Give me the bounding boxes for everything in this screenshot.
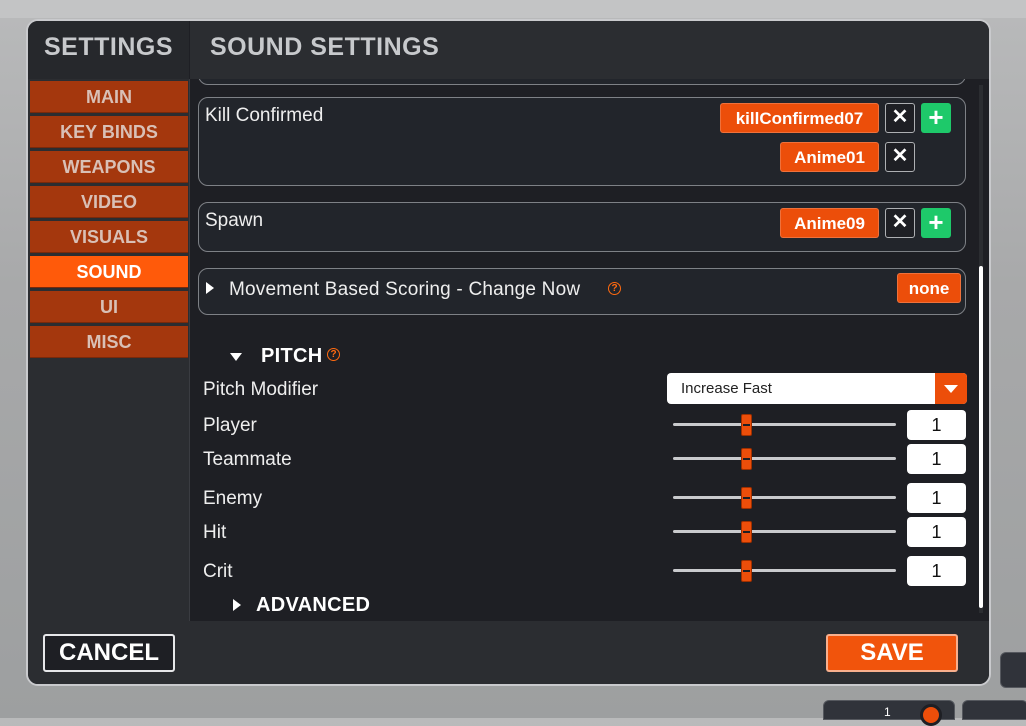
pitch-modifier-select[interactable]: Increase Fast — [667, 373, 967, 404]
pitch-row-label: Hit — [203, 522, 227, 543]
remove-anime01-button[interactable]: ✕ — [885, 142, 915, 172]
triangle-right-icon — [206, 282, 214, 294]
add-kill-confirmed-sound-button[interactable]: + — [921, 103, 951, 133]
tab-main[interactable]: MAIN — [30, 81, 188, 113]
pitch-slider-track[interactable] — [673, 496, 896, 499]
spawn-card: Spawn Anime09 ✕ + — [198, 202, 966, 252]
remove-kill-confirmed-07-button[interactable]: ✕ — [885, 103, 915, 133]
pitch-slider-track[interactable] — [673, 530, 896, 533]
sound-tag-anime09[interactable]: Anime09 — [780, 208, 879, 238]
gear-icon — [920, 704, 942, 726]
movement-scoring-value[interactable]: none — [897, 273, 961, 303]
pitch-modifier-label: Pitch Modifier — [203, 379, 319, 400]
sound-tag-kill-confirmed-07[interactable]: killConfirmed07 — [720, 103, 879, 133]
pitch-slider-thumb[interactable] — [741, 448, 753, 470]
pitch-row-label: Enemy — [203, 488, 263, 509]
pitch-slider-track[interactable] — [673, 423, 896, 426]
settings-header: SETTINGS — [28, 21, 189, 79]
previous-sound-card — [198, 79, 966, 85]
pitch-slider-thumb[interactable] — [741, 521, 753, 543]
tab-misc[interactable]: MISC — [30, 326, 188, 358]
cancel-button[interactable]: CANCEL — [43, 634, 175, 672]
triangle-down-icon[interactable] — [230, 353, 242, 361]
pitch-row-label: Crit — [203, 561, 233, 582]
help-icon[interactable]: ? — [608, 282, 621, 295]
pitch-modifier-value: Increase Fast — [681, 380, 772, 397]
pitch-value-input[interactable]: 1 — [907, 517, 966, 547]
tab-visuals[interactable]: VISUALS — [30, 221, 188, 253]
hud-slot-secondary — [962, 700, 1026, 720]
close-icon: ✕ — [891, 106, 909, 128]
save-button[interactable]: SAVE — [826, 634, 958, 672]
tab-ui[interactable]: UI — [30, 291, 188, 323]
tab-weapons[interactable]: WEAPONS — [30, 151, 188, 183]
pitch-row-label: Player — [203, 415, 257, 436]
triangle-right-icon[interactable] — [233, 599, 241, 611]
tab-sound[interactable]: SOUND — [30, 256, 188, 288]
pitch-value-input[interactable]: 1 — [907, 483, 966, 513]
tab-key-binds[interactable]: KEY BINDS — [30, 116, 188, 148]
section-header: SOUND SETTINGS — [190, 21, 989, 79]
pitch-slider-thumb[interactable] — [741, 414, 753, 436]
remove-anime09-button[interactable]: ✕ — [885, 208, 915, 238]
pitch-section-title[interactable]: PITCH — [261, 345, 323, 368]
settings-footer: CANCEL SAVE — [28, 621, 989, 684]
close-icon: ✕ — [891, 145, 909, 167]
pitch-value-input[interactable]: 1 — [907, 444, 966, 474]
pitch-slider-track[interactable] — [673, 457, 896, 460]
add-spawn-sound-button[interactable]: + — [921, 208, 951, 238]
hud-side-panel — [1000, 652, 1026, 688]
pitch-slider-thumb[interactable] — [741, 487, 753, 509]
sidebar: MAIN KEY BINDS WEAPONS VIDEO VISUALS SOU… — [28, 79, 189, 621]
tab-video[interactable]: VIDEO — [30, 186, 188, 218]
hud-slot-value: 1 — [884, 705, 891, 719]
settings-title: SETTINGS — [44, 33, 174, 61]
kill-confirmed-card: Kill Confirmed killConfirmed07 ✕ + Anime… — [198, 97, 966, 186]
sound-tag-anime01[interactable]: Anime01 — [780, 142, 879, 172]
settings-window: SETTINGS SOUND SETTINGS MAIN KEY BINDS W… — [26, 19, 991, 686]
movement-scoring-card[interactable]: Movement Based Scoring - Change Now ? no… — [198, 268, 966, 315]
pitch-slider-track[interactable] — [673, 569, 896, 572]
pitch-value-input[interactable]: 1 — [907, 410, 966, 440]
pitch-value-input[interactable]: 1 — [907, 556, 966, 586]
help-icon[interactable]: ? — [327, 348, 340, 361]
close-icon: ✕ — [891, 211, 909, 233]
advanced-section-title[interactable]: ADVANCED — [256, 594, 370, 617]
kill-confirmed-label: Kill Confirmed — [205, 105, 324, 126]
chevron-down-icon — [944, 385, 958, 393]
movement-scoring-label: Movement Based Scoring - Change Now — [229, 279, 581, 300]
pitch-modifier-dropdown-button[interactable] — [935, 373, 967, 404]
pitch-row-label: Teammate — [203, 449, 292, 470]
plus-icon: + — [928, 207, 944, 237]
hud-slot: 1 — [823, 700, 955, 726]
plus-icon: + — [928, 102, 944, 132]
section-title: SOUND SETTINGS — [210, 33, 440, 61]
pitch-slider-thumb[interactable] — [741, 560, 753, 582]
sound-settings-content: Kill Confirmed killConfirmed07 ✕ + Anime… — [190, 79, 989, 621]
spawn-label: Spawn — [205, 210, 264, 231]
scrollbar-thumb[interactable] — [979, 266, 983, 608]
background-floor — [0, 0, 1026, 18]
